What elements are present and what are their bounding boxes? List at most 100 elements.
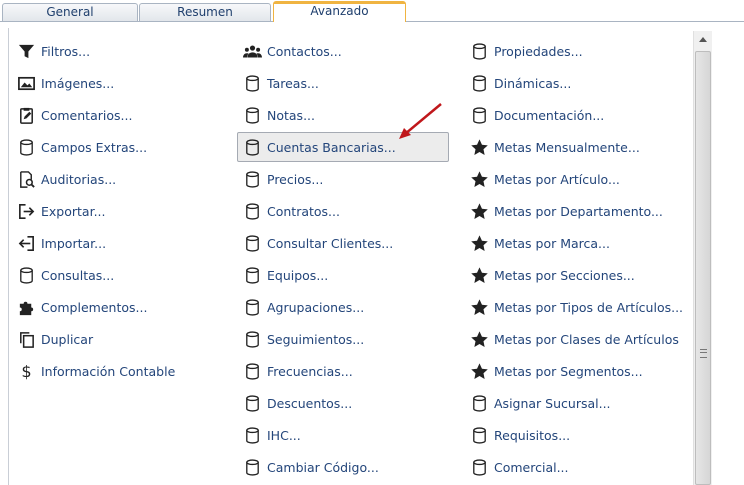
option-label: Complementos... <box>41 299 148 315</box>
image-icon <box>16 73 36 93</box>
option-label: Seguimientos... <box>267 331 365 347</box>
option-frecuencias[interactable]: Frecuencias... <box>242 358 353 384</box>
option-precios[interactable]: Precios... <box>242 166 323 192</box>
option-label: Metas por Marca... <box>494 235 610 251</box>
option-exportar[interactable]: Exportar... <box>16 198 106 224</box>
scroll-up-button[interactable] <box>694 31 712 47</box>
star-icon <box>469 169 489 189</box>
database-icon <box>469 41 489 61</box>
option-comentarios[interactable]: Comentarios... <box>16 102 132 128</box>
option-metas-por-articulo[interactable]: Metas por Artículo... <box>469 166 620 192</box>
database-icon <box>242 457 262 477</box>
option-label: Campos Extras... <box>41 139 148 155</box>
database-icon <box>242 425 262 445</box>
tab-general[interactable]: General <box>2 3 138 21</box>
database-icon <box>16 265 36 285</box>
option-auditorias[interactable]: Auditorias... <box>16 166 116 192</box>
import-icon <box>16 233 36 253</box>
option-metas-mensualmente[interactable]: Metas Mensualmente... <box>469 134 640 160</box>
option-label: Precios... <box>267 171 324 187</box>
option-seguimientos[interactable]: Seguimientos... <box>242 326 364 352</box>
option-label: Tareas... <box>267 75 319 91</box>
option-label: IHC... <box>267 427 301 443</box>
option-label: Asignar Sucursal... <box>494 395 611 411</box>
option-filtros[interactable]: Filtros... <box>16 38 90 64</box>
option-label: Auditorias... <box>41 171 117 187</box>
option-dinamicas[interactable]: Dinámicas... <box>469 70 571 96</box>
star-icon <box>469 201 489 221</box>
option-requisitos[interactable]: Requisitos... <box>469 422 570 448</box>
filter-icon <box>16 41 36 61</box>
option-notas[interactable]: Notas... <box>242 102 315 128</box>
star-icon <box>469 233 489 253</box>
option-ihc[interactable]: IHC... <box>242 422 301 448</box>
vertical-scrollbar[interactable] <box>693 31 712 485</box>
database-icon <box>242 265 262 285</box>
option-campos-extras[interactable]: Campos Extras... <box>16 134 147 160</box>
option-metas-por-segmentos[interactable]: Metas por Segmentos... <box>469 358 643 384</box>
database-icon <box>242 105 262 125</box>
database-icon <box>469 457 489 477</box>
option-label: Metas por Tipos de Artículos... <box>494 299 684 315</box>
option-agrupaciones[interactable]: Agrupaciones... <box>242 294 364 320</box>
option-propiedades[interactable]: Propiedades... <box>469 38 583 64</box>
option-label: Contactos... <box>267 43 342 59</box>
option-label: Metas por Segmentos... <box>494 363 643 379</box>
star-icon <box>469 297 489 317</box>
tab-bar: General Resumen Avanzado <box>0 0 744 22</box>
option-complementos[interactable]: Complementos... <box>16 294 147 320</box>
option-label: Documentación... <box>494 107 605 123</box>
option-metas-por-clases-de-articulos[interactable]: Metas por Clases de Artículos <box>469 326 679 352</box>
option-label: Requisitos... <box>494 427 571 443</box>
database-icon <box>242 297 262 317</box>
option-comercial[interactable]: Comercial... <box>469 454 569 480</box>
option-documentacion[interactable]: Documentación... <box>469 102 604 128</box>
option-cuentas-bancarias[interactable]: Cuentas Bancarias... <box>237 132 449 162</box>
tab-resumen[interactable]: Resumen <box>139 3 271 21</box>
option-metas-por-secciones[interactable]: Metas por Secciones... <box>469 262 635 288</box>
option-contratos[interactable]: Contratos... <box>242 198 340 224</box>
option-label: Consultar Clientes... <box>267 235 394 251</box>
option-metas-por-departamento[interactable]: Metas por Departamento... <box>469 198 663 224</box>
star-icon <box>469 361 489 381</box>
option-label: Comercial... <box>494 459 569 475</box>
puzzle-icon <box>16 297 36 317</box>
option-informacion-contable[interactable]: $ Información Contable <box>16 358 175 384</box>
option-consultas[interactable]: Consultas... <box>16 262 114 288</box>
option-label: Cambiar Código... <box>267 459 379 475</box>
database-icon <box>242 169 262 189</box>
clipboard-edit-icon <box>16 105 36 125</box>
database-icon <box>242 393 262 413</box>
option-consultar-clientes[interactable]: Consultar Clientes... <box>242 230 393 256</box>
option-label: Comentarios... <box>41 107 133 123</box>
option-label: Información Contable <box>41 363 176 379</box>
database-icon <box>242 73 262 93</box>
option-descuentos[interactable]: Descuentos... <box>242 390 352 416</box>
option-label: Contratos... <box>267 203 340 219</box>
option-label: Agrupaciones... <box>267 299 365 315</box>
option-metas-por-marca[interactable]: Metas por Marca... <box>469 230 610 256</box>
option-importar[interactable]: Importar... <box>16 230 106 256</box>
option-contactos[interactable]: Contactos... <box>242 38 342 64</box>
option-tareas[interactable]: Tareas... <box>242 70 319 96</box>
option-label: Filtros... <box>41 43 91 59</box>
option-imagenes[interactable]: Imágenes... <box>16 70 114 96</box>
option-label: Importar... <box>41 235 107 251</box>
copy-icon <box>16 329 36 349</box>
svg-text:$: $ <box>21 362 31 381</box>
database-icon <box>469 393 489 413</box>
option-asignar-sucursal[interactable]: Asignar Sucursal... <box>469 390 611 416</box>
option-metas-por-tipos-de-articulos[interactable]: Metas por Tipos de Artículos... <box>469 294 683 320</box>
option-label: Exportar... <box>41 203 106 219</box>
option-label: Propiedades... <box>494 43 583 59</box>
option-duplicar[interactable]: Duplicar <box>16 326 93 352</box>
option-label: Metas por Departamento... <box>494 203 663 219</box>
database-icon <box>469 105 489 125</box>
scroll-thumb[interactable] <box>695 51 711 485</box>
option-cambiar-codigo[interactable]: Cambiar Código... <box>242 454 379 480</box>
audit-search-icon <box>16 169 36 189</box>
tab-avanzado[interactable]: Avanzado <box>273 1 406 22</box>
option-equipos[interactable]: Equipos... <box>242 262 328 288</box>
option-label: Metas por Artículo... <box>494 171 620 187</box>
option-label: Cuentas Bancarias... <box>267 139 396 155</box>
